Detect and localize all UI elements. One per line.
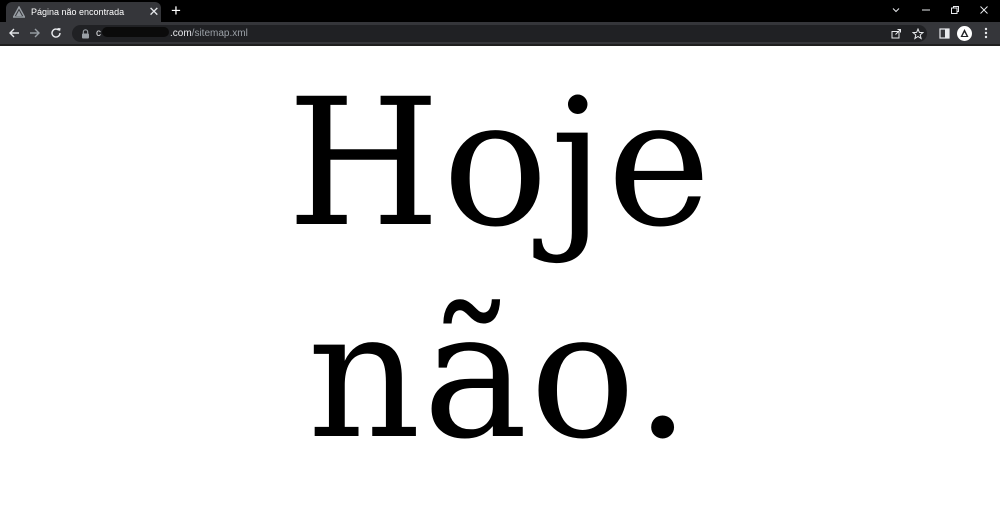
share-icon[interactable]	[889, 26, 904, 41]
triangle-profile-icon[interactable]	[956, 25, 972, 41]
back-button[interactable]	[6, 25, 22, 41]
address-bar[interactable]: c .com/sitemap.xml	[72, 25, 927, 42]
restore-icon[interactable]	[941, 0, 969, 20]
page-content: Hoje não.	[0, 46, 1000, 525]
url-domain-tail: .com	[170, 28, 192, 39]
plus-icon[interactable]: +	[167, 2, 185, 20]
arrow-left-icon	[9, 28, 19, 38]
tab-title: Página não encontrada	[31, 7, 125, 17]
lock-icon[interactable]	[81, 29, 90, 39]
reload-icon	[51, 28, 61, 38]
minimize-icon[interactable]	[912, 0, 940, 20]
url-host: c	[96, 28, 101, 39]
url-text[interactable]: c .com/sitemap.xml	[96, 27, 248, 40]
url-path: /sitemap.xml	[191, 28, 248, 39]
kebab-menu-icon[interactable]	[978, 25, 994, 41]
close-icon[interactable]: ✕	[147, 5, 161, 19]
star-icon[interactable]	[910, 26, 925, 41]
tab-active[interactable]: Página não encontrada ✕	[6, 2, 161, 22]
redacted-domain	[102, 27, 169, 37]
reload-button[interactable]	[48, 25, 64, 41]
not-found-heading: Hoje não.	[0, 58, 1000, 482]
arrow-right-icon	[30, 28, 40, 38]
triangle-logo-icon	[13, 6, 25, 18]
tab-strip: Página não encontrada ✕ +	[0, 0, 1000, 22]
window-close-icon[interactable]	[970, 0, 998, 20]
forward-button[interactable]	[27, 25, 43, 41]
browser-toolbar: c .com/sitemap.xml	[0, 22, 1000, 44]
heading-line-2: não.	[307, 273, 693, 478]
browser-window: Página não encontrada ✕ + c .com/sitemap…	[0, 0, 1000, 525]
chevron-down-icon[interactable]	[882, 0, 910, 20]
heading-line-1: Hoje	[286, 61, 714, 266]
side-panel-icon[interactable]	[936, 25, 952, 41]
